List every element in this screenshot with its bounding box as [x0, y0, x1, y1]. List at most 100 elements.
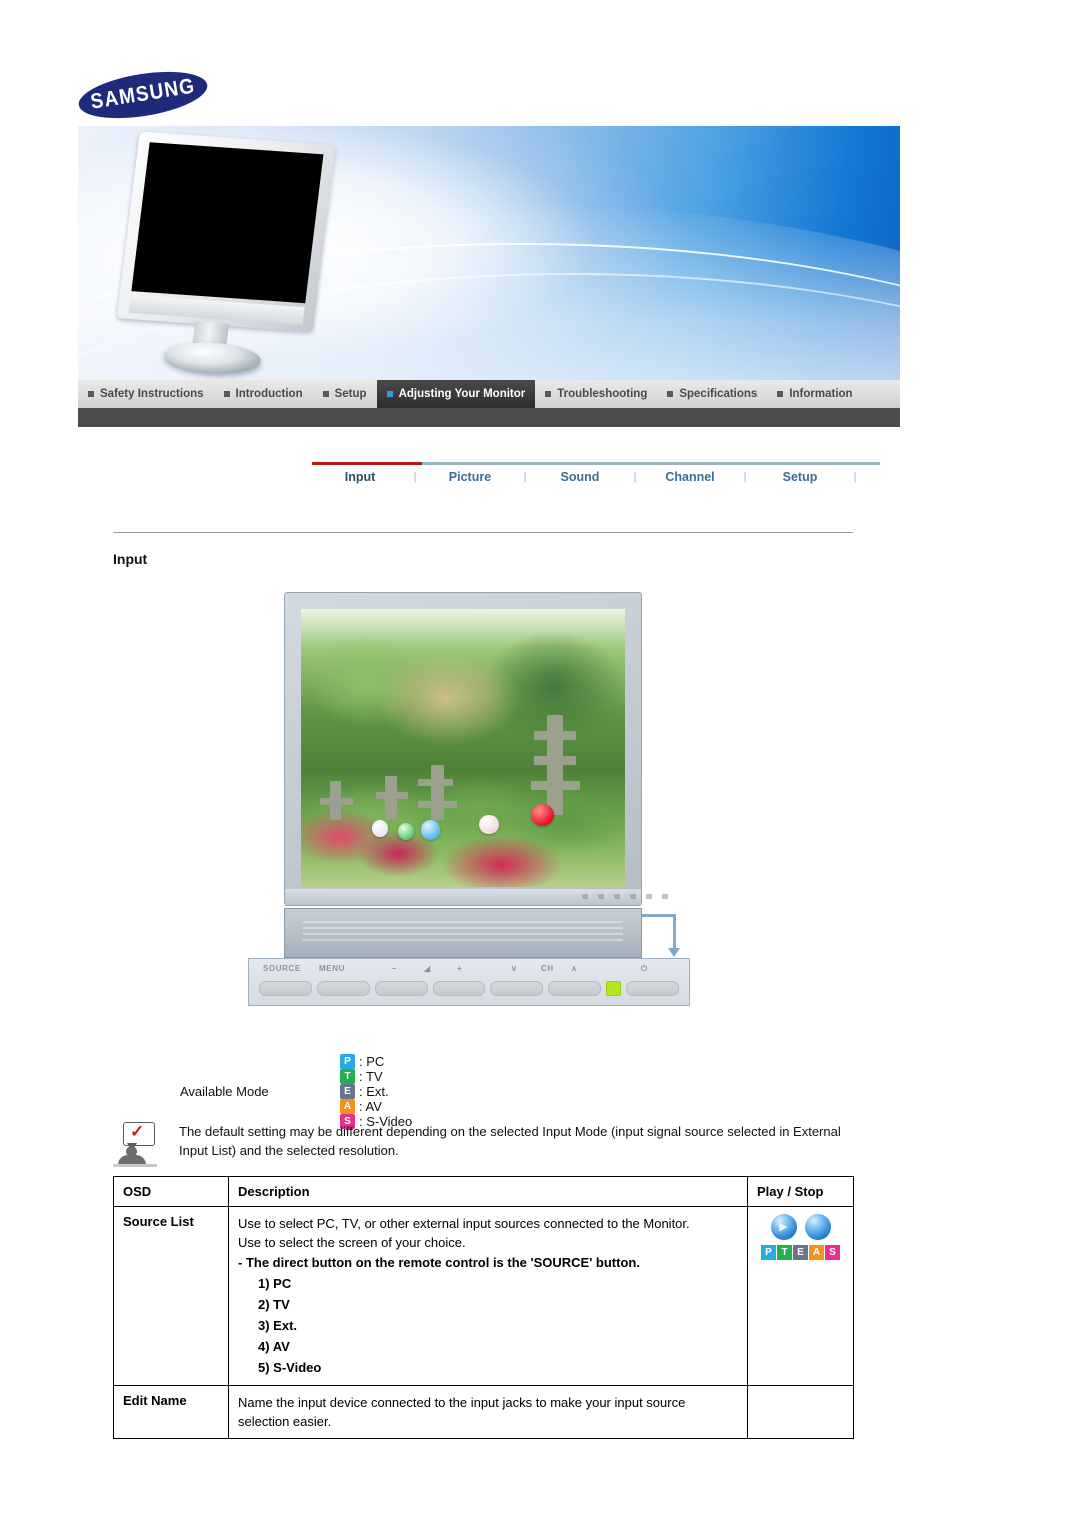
source-button[interactable] [259, 981, 312, 996]
volume-down-button[interactable] [374, 981, 428, 996]
stop-button-icon[interactable] [804, 1214, 831, 1240]
header-banner [78, 126, 900, 380]
strip-badge-p-icon: P [761, 1245, 776, 1260]
channel-up-button[interactable] [548, 981, 602, 996]
control-panel-buttons[interactable] [259, 981, 680, 996]
nav-bullet-icon [667, 391, 674, 397]
control-label-3: ◢ [424, 964, 431, 973]
samsung-logo-text: SAMSUNG [88, 74, 197, 115]
pagoda-tall [547, 714, 564, 815]
nav-bullet-icon [386, 391, 393, 397]
available-mode-list: P: PC T: TV E: Ext. A: AV S: S-Video [340, 1053, 446, 1129]
header-osd: OSD [113, 1176, 229, 1207]
main-navigation[interactable]: Safety Instructions Introduction Setup Adju… [78, 380, 900, 408]
subnav-item-setup[interactable]: Setup [752, 470, 848, 484]
monitor-screen [301, 609, 625, 887]
nav-bullet-icon [88, 391, 94, 397]
nav-tab-label: Introduction [235, 388, 303, 400]
subnav-separator: | [743, 471, 747, 483]
nav-tab-setup[interactable]: Setup [313, 380, 377, 408]
note-person-check-icon: ✓ [113, 1122, 159, 1168]
nav-bullet-icon [545, 391, 552, 397]
description-line: 1) PC [258, 1276, 292, 1291]
monitor-lower-panel [284, 908, 642, 958]
pagoda-tall-tier-3 [531, 781, 580, 790]
power-button[interactable] [626, 981, 680, 996]
volume-up-button[interactable] [432, 981, 486, 996]
description-line: 5) S-Video [258, 1360, 322, 1375]
osd-table: OSD Description Play / Stop Source List U… [113, 1176, 854, 1439]
lantern-blue [420, 820, 441, 840]
monitor-control-panel[interactable]: SOURCE MENU – ◢ + ∨ CH ∧ ⏻ [248, 958, 690, 1006]
control-label-6: CH [541, 964, 554, 973]
nav-tab-adjusting-your-monitor[interactable]: Adjusting Your Monitor [376, 380, 536, 408]
check-icon: ✓ [130, 1122, 145, 1141]
subnav-item-input[interactable]: Input [312, 470, 408, 484]
banner-monitor-illustration [112, 131, 349, 377]
available-mode-row: Available Mode P: PC T: TV E: Ext. A: AV S: … [180, 1053, 446, 1129]
nav-tab-safety-instructions[interactable]: Safety Instructions [78, 380, 214, 408]
nav-tab-information[interactable]: Information [767, 380, 862, 408]
subnav-item-picture[interactable]: Picture [422, 470, 518, 484]
subnav-active-indicator [312, 462, 422, 465]
mode-item-tv: T: TV [340, 1068, 412, 1084]
samsung-logo: SAMSUNG [75, 64, 211, 126]
available-mode-label: Available Mode [180, 1083, 269, 1099]
monitor-body [284, 592, 642, 906]
control-panel-labels: SOURCE MENU – ◢ + ∨ CH ∧ ⏻ [249, 964, 689, 978]
subnav-separator: | [523, 471, 527, 483]
mode-label: : PC [359, 1053, 385, 1069]
section-divider [113, 532, 853, 533]
play-button-icon[interactable]: ▶ [770, 1214, 797, 1240]
banner-monitor-screen [131, 142, 324, 304]
pagoda-small-left-tier [320, 798, 353, 805]
control-label-2: – [392, 964, 398, 973]
nav-tab-label: Setup [334, 388, 367, 400]
description-line: Name the input device connected to the i… [238, 1395, 686, 1429]
sub-navigation[interactable]: Input | Picture | Sound | Channel | Setup | [312, 462, 880, 496]
nav-tab-introduction[interactable]: Introduction [214, 380, 313, 408]
osd-table-head: OSD Description Play / Stop [113, 1176, 854, 1207]
page-title: Input [113, 551, 148, 567]
description-line: 2) TV [258, 1297, 290, 1312]
control-label-5: ∨ [511, 964, 518, 973]
description-line: 4) AV [258, 1339, 290, 1354]
play-glyph-icon: ▶ [779, 1221, 788, 1233]
table-header-row: OSD Description Play / Stop [113, 1176, 854, 1207]
channel-down-button[interactable] [490, 981, 544, 996]
subnav-separator: | [853, 471, 857, 483]
mode-badge-strip: PTEAS [757, 1245, 844, 1260]
nav-tab-specifications[interactable]: Specifications [657, 380, 767, 408]
mode-badge-a-icon: A [340, 1098, 355, 1114]
osd-table-body: Source List Use to select PC, TV, or othe… [113, 1206, 854, 1439]
header-description: Description [228, 1176, 748, 1207]
callout-arrow-vertical [673, 914, 676, 950]
mode-item-av: A: AV [340, 1098, 412, 1114]
monitor-chin-indicators [582, 894, 672, 899]
subnav-items[interactable]: Input | Picture | Sound | Channel | Setup | [312, 470, 880, 484]
subnav-separator: | [413, 471, 417, 483]
pagoda-small-center-tier [375, 792, 408, 800]
play-stop-icons[interactable]: ▶ [757, 1214, 844, 1240]
header-play-stop: Play / Stop [747, 1176, 854, 1207]
subnav-item-sound[interactable]: Sound [532, 470, 628, 484]
mode-label: : TV [359, 1068, 383, 1084]
nav-tab-label: Troubleshooting [557, 388, 648, 400]
nav-tab-troubleshooting[interactable]: Troubleshooting [535, 380, 657, 408]
table-row: Source List Use to select PC, TV, or othe… [113, 1206, 854, 1386]
strip-badge-t-icon: T [777, 1245, 792, 1260]
nav-underbar [78, 408, 900, 427]
table-row: Edit Name Name the input device connected… [113, 1385, 854, 1439]
cell-description: Name the input device connected to the i… [228, 1385, 748, 1439]
cell-play-stop [747, 1385, 854, 1439]
mode-badge-p-icon: P [340, 1053, 355, 1069]
nav-tab-label: Information [789, 388, 853, 400]
control-label-4: + [457, 964, 463, 973]
control-label-1: MENU [319, 964, 345, 973]
note-icon-base [113, 1164, 157, 1167]
garden-photo [301, 609, 625, 887]
subnav-separator: | [633, 471, 637, 483]
menu-button[interactable] [316, 981, 370, 996]
subnav-item-channel[interactable]: Channel [642, 470, 738, 484]
control-label-8: ⏻ [641, 964, 648, 973]
